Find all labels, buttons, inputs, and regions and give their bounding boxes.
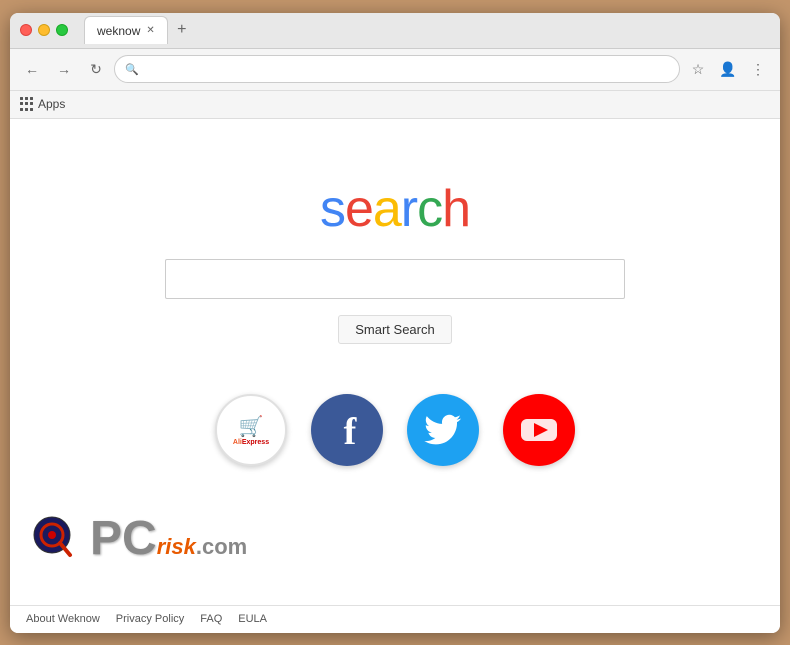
apps-icon[interactable] [20,97,34,111]
aliexpress-icon-content: 🛒 AliExpress [233,414,269,446]
search-logo: search [320,179,470,239]
tab-title: weknow [97,24,140,38]
pcrisk-logo-icon [30,513,82,565]
footer-link-eula[interactable]: EULA [238,613,267,625]
aliexpress-label: AliExpress [233,439,269,446]
nav-right-icons: ☆ 👤 ⋮ [684,55,772,83]
page-content: search Smart Search 🛒 AliExpress f [10,119,780,605]
logo-letter-s: s [320,180,345,238]
nav-bar: ← → ↻ 🔍 ☆ 👤 ⋮ [10,49,780,91]
twitter-link[interactable] [407,394,479,466]
search-input[interactable] [165,259,625,299]
quick-links: 🛒 AliExpress f [215,394,575,466]
minimize-button[interactable] [38,24,50,36]
forward-button[interactable]: → [50,55,78,83]
logo-letter-e: e [345,180,373,238]
bookmark-button[interactable]: ☆ [684,55,712,83]
watermark: PCrisk.com [30,513,247,565]
logo-letter-a: a [373,180,401,238]
tab-bar: weknow ✕ + [84,16,194,44]
aliexpress-cart-icon: 🛒 [233,414,269,439]
pcrisk-risk: risk [157,534,196,560]
logo-letter-h: h [442,180,470,238]
maximize-button[interactable] [56,24,68,36]
logo-letter-c: c [417,180,442,238]
pcrisk-text: PCrisk.com [90,515,247,563]
reload-button[interactable]: ↻ [82,55,110,83]
facebook-link[interactable]: f [311,394,383,466]
close-button[interactable] [20,24,32,36]
youtube-link[interactable] [503,394,575,466]
aliexpress-link[interactable]: 🛒 AliExpress [215,394,287,466]
address-bar[interactable]: 🔍 [114,55,680,83]
youtube-play-icon [517,408,561,452]
footer: About Weknow Privacy Policy FAQ EULA [10,605,780,633]
footer-link-privacy[interactable]: Privacy Policy [116,613,184,625]
twitter-bird-icon [423,410,463,450]
browser-window: weknow ✕ + ← → ↻ 🔍 ☆ 👤 ⋮ Apps [10,13,780,633]
back-button[interactable]: ← [18,55,46,83]
pcrisk-com: .com [196,534,247,560]
pcrisk-pc: PC [90,515,157,563]
active-tab[interactable]: weknow ✕ [84,16,168,44]
facebook-icon: f [344,413,357,451]
new-tab-button[interactable]: + [170,18,194,42]
address-input[interactable] [145,62,669,77]
title-bar: weknow ✕ + [10,13,780,49]
search-box [165,259,625,299]
tab-close-icon[interactable]: ✕ [146,25,154,36]
bookmarks-bar: Apps [10,91,780,119]
apps-label: Apps [38,97,65,111]
footer-link-about[interactable]: About Weknow [26,613,100,625]
search-icon: 🔍 [125,63,139,76]
footer-link-faq[interactable]: FAQ [200,613,222,625]
logo-letter-r: r [401,180,417,238]
traffic-lights [20,24,68,36]
smart-search-button[interactable]: Smart Search [338,315,451,344]
menu-button[interactable]: ⋮ [744,55,772,83]
profile-button[interactable]: 👤 [714,55,742,83]
